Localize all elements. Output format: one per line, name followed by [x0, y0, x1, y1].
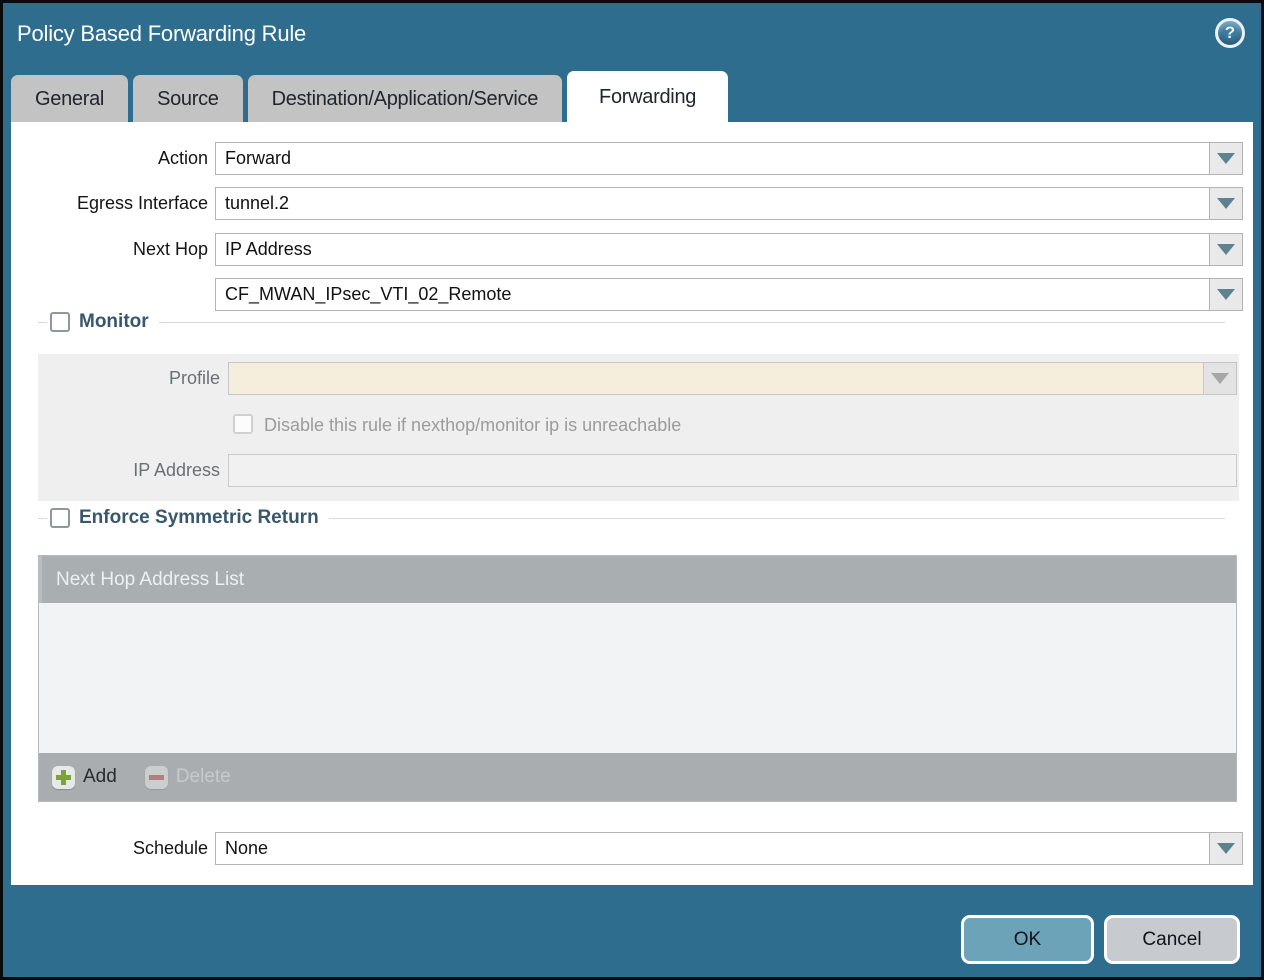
- schedule-dropdown-button[interactable]: [1209, 833, 1242, 864]
- action-label: Action: [11, 142, 208, 175]
- dialog-title: Policy Based Forwarding Rule: [17, 21, 306, 47]
- next-hop-address-value[interactable]: [216, 279, 1209, 310]
- pbf-rule-dialog: Policy Based Forwarding Rule ? General S…: [0, 0, 1264, 980]
- egress-interface-value[interactable]: [216, 188, 1209, 219]
- tab-forwarding[interactable]: Forwarding: [567, 71, 728, 122]
- forwarding-tab-panel: Action Egress Interface Next Hop Monitor: [11, 122, 1253, 885]
- symmetric-return-group-header: Enforce Symmetric Return: [38, 507, 1225, 529]
- add-button-label: Add: [83, 766, 117, 788]
- tab-bar: General Source Destination/Application/S…: [11, 71, 728, 122]
- divider: [38, 322, 47, 323]
- divider: [38, 518, 47, 519]
- symmetric-return-legend: Enforce Symmetric Return: [79, 507, 319, 529]
- tab-general[interactable]: General: [11, 75, 128, 122]
- disable-rule-label: Disable this rule if nexthop/monitor ip …: [264, 414, 681, 437]
- next-hop-label: Next Hop: [11, 233, 208, 266]
- action-dropdown-button[interactable]: [1209, 143, 1242, 174]
- action-value[interactable]: [216, 143, 1209, 174]
- monitor-legend: Monitor: [79, 311, 149, 333]
- tab-source[interactable]: Source: [133, 75, 243, 122]
- next-hop-address-list-body[interactable]: [39, 603, 1236, 753]
- chevron-down-icon: [1217, 289, 1235, 300]
- action-select: [215, 142, 1243, 175]
- monitor-profile-label: Profile: [38, 362, 220, 395]
- ok-button[interactable]: OK: [961, 915, 1094, 964]
- next-hop-address-list-toolbar: Add Delete: [39, 753, 1236, 801]
- schedule-label: Schedule: [11, 832, 208, 865]
- schedule-value[interactable]: [216, 833, 1209, 864]
- schedule-select: [215, 832, 1243, 865]
- monitor-group-header: Monitor: [38, 311, 1225, 333]
- monitor-ip-label: IP Address: [38, 454, 220, 487]
- symmetric-return-checkbox[interactable]: [50, 508, 70, 528]
- monitor-profile-select: [228, 362, 1237, 395]
- next-hop-address-dropdown-button[interactable]: [1209, 279, 1242, 310]
- tab-destination-application-service[interactable]: Destination/Application/Service: [248, 75, 562, 122]
- chevron-down-icon: [1217, 198, 1235, 209]
- monitor-profile-dropdown-button[interactable]: [1203, 363, 1236, 394]
- next-hop-type-select: [215, 233, 1243, 266]
- chevron-down-icon: [1217, 153, 1235, 164]
- cancel-button[interactable]: Cancel: [1104, 915, 1240, 964]
- disable-rule-checkbox: [233, 414, 253, 434]
- monitor-profile-value: [229, 363, 1203, 394]
- delete-button: Delete: [145, 766, 231, 789]
- next-hop-type-dropdown-button[interactable]: [1209, 234, 1242, 265]
- chevron-down-icon: [1217, 843, 1235, 854]
- egress-interface-label: Egress Interface: [11, 187, 208, 220]
- divider: [329, 518, 1225, 519]
- egress-interface-dropdown-button[interactable]: [1209, 188, 1242, 219]
- next-hop-address-list-table: Next Hop Address List Add Delete: [38, 555, 1237, 802]
- help-icon[interactable]: ?: [1215, 18, 1245, 48]
- delete-button-label: Delete: [176, 766, 231, 788]
- plus-icon: [52, 766, 75, 789]
- monitor-checkbox[interactable]: [50, 312, 70, 332]
- next-hop-address-list-header: Next Hop Address List: [39, 556, 1236, 603]
- chevron-down-icon: [1217, 244, 1235, 255]
- monitor-ip-input: [228, 454, 1237, 487]
- egress-interface-select: [215, 187, 1243, 220]
- add-button[interactable]: Add: [52, 766, 117, 789]
- divider: [159, 322, 1225, 323]
- chevron-down-icon: [1211, 373, 1229, 384]
- next-hop-address-select: [215, 278, 1243, 311]
- minus-icon: [145, 766, 168, 789]
- next-hop-type-value[interactable]: [216, 234, 1209, 265]
